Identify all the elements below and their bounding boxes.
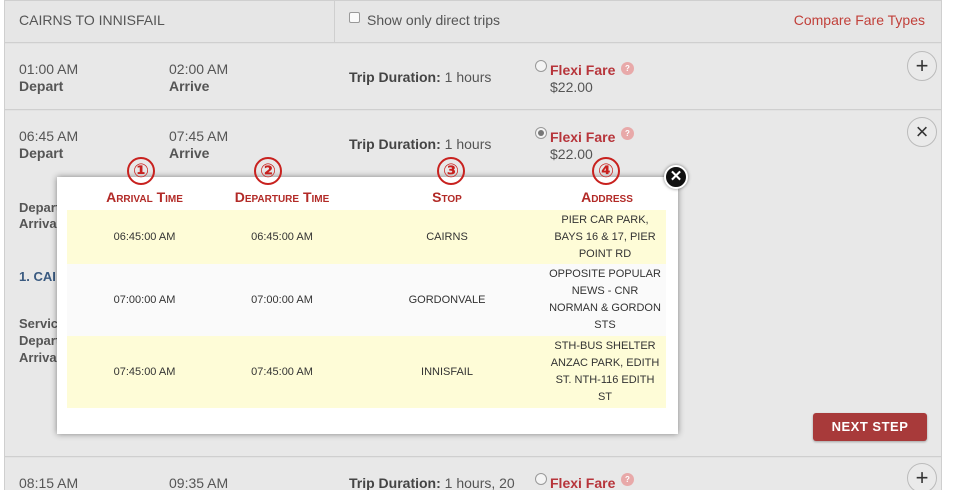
fare-info-icon[interactable]: ?	[621, 62, 634, 75]
col-header-departure-time: Departure Time	[234, 189, 330, 205]
depart-time: 06:45 AM	[19, 128, 79, 144]
badge-stop: ③	[437, 157, 465, 185]
cell-address: OPPOSITE POPULAR NEWS - CNR NORMAN & GOR…	[549, 268, 661, 331]
trip-row[interactable]: 01:00 AM Depart 02:00 AM Arrive Trip Dur…	[5, 44, 941, 110]
badge-arrival: ①	[127, 157, 155, 185]
depart-time: 08:15 AM	[19, 475, 79, 490]
trip-duration: Trip Duration: 1 hours, 20	[349, 475, 515, 490]
table-row: 06:45:00 AM 06:45:00 AM CAIRNS PIER CAR …	[67, 210, 666, 264]
leg-link[interactable]: 1. CAI	[19, 269, 56, 284]
fare-info-icon[interactable]: ?	[621, 127, 634, 140]
fare-price: $22.00	[550, 146, 593, 162]
trip-duration: Trip Duration: 1 hours	[349, 69, 491, 85]
results-header: CAIRNS TO INNISFAIL Show only direct tri…	[5, 1, 941, 43]
next-step-button[interactable]: NEXT STEP	[813, 413, 927, 441]
detail-depart-label: Depart	[19, 200, 61, 215]
fare-radio-selected[interactable]	[535, 127, 547, 139]
stop-timetable-modal: ① ② ③ ④ Arrival Time Departure Time Stop…	[57, 157, 678, 434]
service-label: Servic	[19, 316, 59, 331]
cell-departure: 07:00:00 AM	[251, 293, 313, 306]
arrive-time: 02:00 AM	[169, 61, 229, 77]
collapse-trip-button[interactable]: ×	[907, 117, 937, 147]
col-header-address: Address	[581, 189, 633, 205]
leg-depart-label: Depart	[19, 333, 61, 348]
cell-stop: GORDONVALE	[408, 293, 486, 306]
table-row: 07:45:00 AM 07:45:00 AM INNISFAIL STH-BU…	[67, 336, 666, 408]
direct-trips-checkbox[interactable]	[349, 12, 360, 23]
fare-radio[interactable]	[535, 60, 547, 72]
detail-arrival-label: Arrival	[19, 216, 61, 231]
arrive-label: Arrive	[169, 145, 210, 161]
expand-trip-button[interactable]: +	[907, 463, 937, 490]
fare-price: $22.00	[550, 79, 593, 95]
header-divider	[334, 1, 335, 43]
fare-radio[interactable]	[535, 473, 547, 485]
depart-label: Depart	[19, 78, 64, 94]
cell-arrival: 07:45:00 AM	[113, 365, 176, 378]
fare-info-icon[interactable]: ?	[621, 473, 634, 486]
leg-arrival-label: Arrival	[19, 350, 61, 365]
fare-name[interactable]: Flexi Fare	[550, 129, 615, 145]
cell-address: PIER CAR PARK, BAYS 16 & 17, PIER POINT …	[554, 213, 656, 260]
badge-address: ④	[592, 157, 620, 185]
cell-departure: 06:45:00 AM	[251, 230, 313, 243]
table-row: 07:00:00 AM 07:00:00 AM GORDONVALE OPPOS…	[67, 264, 666, 336]
trip-row[interactable]: 08:15 AM 09:35 AM Trip Duration: 1 hours…	[5, 458, 941, 490]
cell-stop: INNISFAIL	[421, 365, 473, 378]
cell-arrival: 07:00:00 AM	[113, 293, 176, 306]
trip-duration-label: Trip Duration:	[349, 475, 441, 490]
depart-label: Depart	[19, 145, 64, 161]
arrive-label: Arrive	[169, 78, 210, 94]
fare-name[interactable]: Flexi Fare	[550, 62, 615, 78]
arrive-time: 07:45 AM	[169, 128, 229, 144]
badge-departure: ②	[254, 157, 282, 185]
cell-departure: 07:45:00 AM	[251, 365, 313, 378]
route-title: CAIRNS TO INNISFAIL	[19, 12, 165, 28]
arrive-time: 09:35 AM	[169, 475, 229, 490]
trip-duration-label: Trip Duration:	[349, 136, 441, 152]
expand-trip-button[interactable]: +	[907, 51, 937, 81]
depart-time: 01:00 AM	[19, 61, 79, 77]
modal-close-icon[interactable]: ✕	[664, 165, 688, 189]
col-header-stop: Stop	[432, 189, 462, 205]
cell-arrival: 06:45:00 AM	[113, 230, 176, 243]
cell-stop: CAIRNS	[426, 230, 468, 243]
fare-name[interactable]: Flexi Fare	[550, 475, 615, 490]
direct-trips-label[interactable]: Show only direct trips	[367, 12, 500, 28]
cell-address: STH-BUS SHELTER ANZAC PARK, EDITH ST. NT…	[550, 340, 660, 403]
col-header-arrival-time: Arrival Time	[106, 189, 183, 205]
trip-duration-value: 1 hours	[444, 136, 492, 152]
compare-fare-types-link[interactable]: Compare Fare Types	[794, 12, 925, 28]
trip-duration-value: 1 hours	[444, 69, 492, 85]
trip-duration: Trip Duration: 1 hours	[349, 136, 491, 152]
trip-duration-label: Trip Duration:	[349, 69, 441, 85]
trip-duration-value: 1 hours, 20	[444, 475, 515, 490]
